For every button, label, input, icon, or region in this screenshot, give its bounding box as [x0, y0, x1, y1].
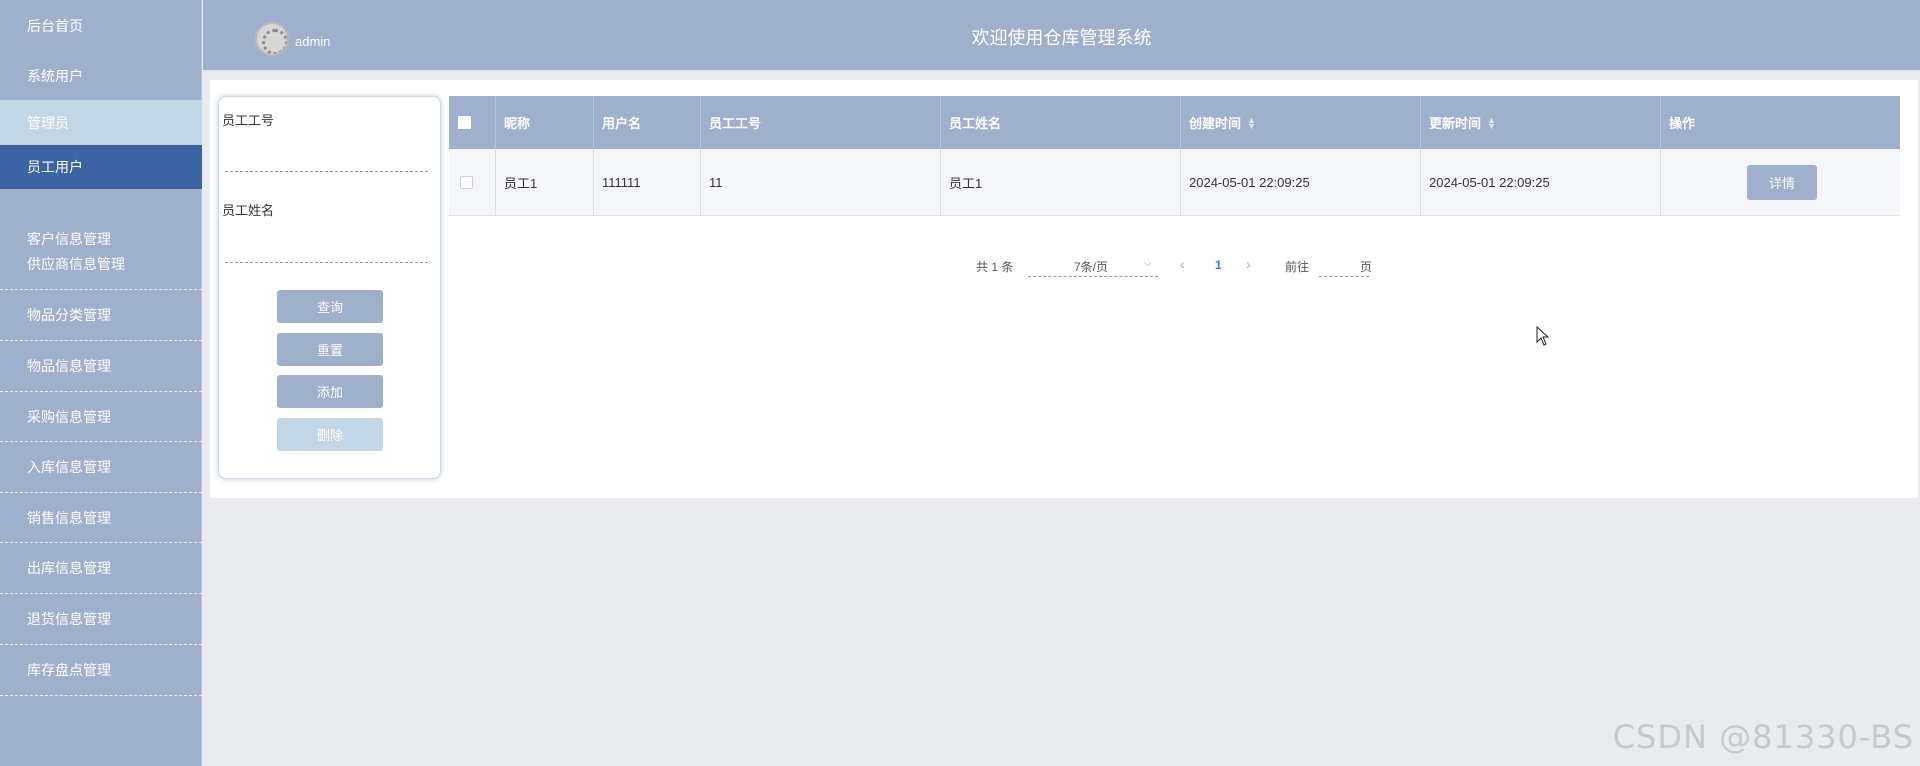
column-label: 操作 — [1669, 116, 1696, 131]
cell-actions: 详情 — [1661, 149, 1900, 215]
sidebar-item-employee-users[interactable]: 员工用户 — [0, 145, 202, 189]
main-content: 员工工号 员工姓名 查询 重置 添加 删除 昵称 用户名 员工工号 员工姓名 创… — [210, 80, 1918, 498]
column-label: 创建时间 — [1189, 116, 1242, 131]
chevron-down-icon: ⌵ — [1143, 257, 1152, 269]
add-button[interactable]: 添加 — [277, 375, 383, 408]
sidebar-item-categories[interactable]: 物品分类管理 — [0, 290, 202, 341]
table-row: 员工1 111111 11 员工1 2024-05-01 22:09:25 20… — [449, 149, 1900, 216]
column-label: 员工工号 — [709, 116, 762, 131]
current-page[interactable]: 1 — [1215, 258, 1222, 272]
sidebar-item-label: 入库信息管理 — [27, 459, 111, 475]
sort-icon[interactable]: ▲ ▼ — [1247, 115, 1256, 130]
page-size-select[interactable]: 7条/页 ⌵ — [1028, 251, 1158, 277]
employee-name-label: 员工姓名 — [222, 203, 275, 218]
sidebar-item-sales[interactable]: 销售信息管理 — [0, 493, 202, 543]
detail-button[interactable]: 详情 — [1747, 164, 1817, 200]
goto-label: 前往 — [1285, 260, 1310, 274]
pagination: 共 1 条 7条/页 ⌵ ‹ 1 › 前往 页 — [449, 250, 1900, 280]
page-unit-label: 页 — [1360, 260, 1373, 274]
page-title: 欢迎使用仓库管理系统 — [971, 28, 1152, 48]
column-header-employee-name: 员工姓名 — [941, 96, 1181, 149]
watermark: CSDN @81330-BS — [1612, 718, 1914, 756]
employee-no-input[interactable] — [225, 142, 428, 172]
cell-employee-name: 员工1 — [941, 149, 1181, 215]
top-header: admin 欢迎使用仓库管理系统 — [203, 0, 1920, 72]
column-label: 昵称 — [504, 116, 531, 131]
query-button[interactable]: 查询 — [277, 290, 383, 323]
header-select-cell — [449, 96, 496, 149]
delete-button[interactable]: 删除 — [277, 418, 383, 451]
sidebar-item-label: 销售信息管理 — [27, 509, 111, 526]
sidebar-item-home[interactable]: 后台首页 — [0, 0, 202, 52]
sidebar-item-stock-out[interactable]: 出库信息管理 — [0, 543, 202, 594]
reset-button[interactable]: 重置 — [277, 333, 383, 366]
employee-no-label: 员工工号 — [222, 113, 275, 128]
table-header: 昵称 用户名 员工工号 员工姓名 创建时间 ▲ ▼ 更新时间 ▲ ▼ 操作 — [449, 96, 1900, 149]
cell-employee-no: 11 — [701, 149, 941, 215]
sidebar-item-admins[interactable]: 管理员 — [0, 100, 202, 145]
sidebar-item-label: 系统用户 — [27, 68, 83, 84]
prev-page-icon[interactable]: ‹ — [1180, 256, 1185, 272]
cell-updated: 2024-05-01 22:09:25 — [1421, 149, 1661, 215]
sidebar-item-returns[interactable]: 退货信息管理 — [0, 594, 202, 645]
sidebar-item-label: 库存盘点管理 — [27, 662, 111, 678]
sidebar-item-label: 后台首页 — [27, 18, 83, 34]
column-header-updated[interactable]: 更新时间 ▲ ▼ — [1421, 96, 1661, 149]
cell-username: 111111 — [594, 149, 701, 215]
sidebar-item-suppliers[interactable]: 供应商信息管理 — [0, 239, 202, 290]
next-page-icon[interactable]: › — [1246, 256, 1251, 272]
column-header-employee-no: 员工工号 — [701, 96, 941, 149]
sort-icon[interactable]: ▲ ▼ — [1487, 115, 1496, 130]
sidebar-item-system-users[interactable]: 系统用户 — [0, 52, 202, 100]
sidebar-item-purchase[interactable]: 采购信息管理 — [0, 392, 202, 442]
row-checkbox[interactable] — [460, 175, 473, 189]
sidebar-item-label: 管理员 — [27, 114, 69, 131]
sidebar: 后台首页 系统用户 管理员 员工用户 客户信息管理 供应商信息管理 物品分类管理… — [0, 0, 202, 766]
column-label: 员工姓名 — [949, 116, 1002, 131]
column-header-created[interactable]: 创建时间 ▲ ▼ — [1181, 96, 1421, 149]
pagination-total: 共 1 条 — [976, 260, 1014, 274]
mouse-cursor-icon — [1536, 326, 1550, 346]
column-label: 用户名 — [602, 116, 642, 131]
sidebar-item-stock-in[interactable]: 入库信息管理 — [0, 442, 202, 493]
column-label: 更新时间 — [1429, 116, 1482, 131]
column-header-nickname: 昵称 — [496, 96, 594, 149]
cell-created: 2024-05-01 22:09:25 — [1181, 149, 1421, 215]
sidebar-item-label: 物品分类管理 — [27, 307, 111, 323]
page-size-value: 7条/页 — [1074, 260, 1109, 274]
sidebar-item-goods[interactable]: 物品信息管理 — [0, 341, 202, 392]
cell-nickname: 员工1 — [496, 149, 594, 215]
sidebar-item-label: 退货信息管理 — [27, 611, 111, 627]
sidebar-item-label: 采购信息管理 — [27, 408, 111, 425]
sidebar-item-label: 出库信息管理 — [27, 560, 111, 576]
column-header-username: 用户名 — [594, 96, 701, 149]
row-select-cell — [449, 149, 496, 215]
sidebar-item-label: 物品信息管理 — [27, 358, 111, 374]
search-panel: 员工工号 员工姓名 查询 重置 添加 删除 — [218, 96, 441, 479]
sidebar-item-label: 供应商信息管理 — [27, 256, 125, 272]
column-header-actions: 操作 — [1661, 96, 1900, 149]
employee-name-input[interactable] — [225, 233, 428, 263]
sidebar-item-label: 员工用户 — [27, 159, 83, 175]
select-all-checkbox[interactable] — [458, 116, 471, 129]
sidebar-item-inventory[interactable]: 库存盘点管理 — [0, 645, 202, 696]
